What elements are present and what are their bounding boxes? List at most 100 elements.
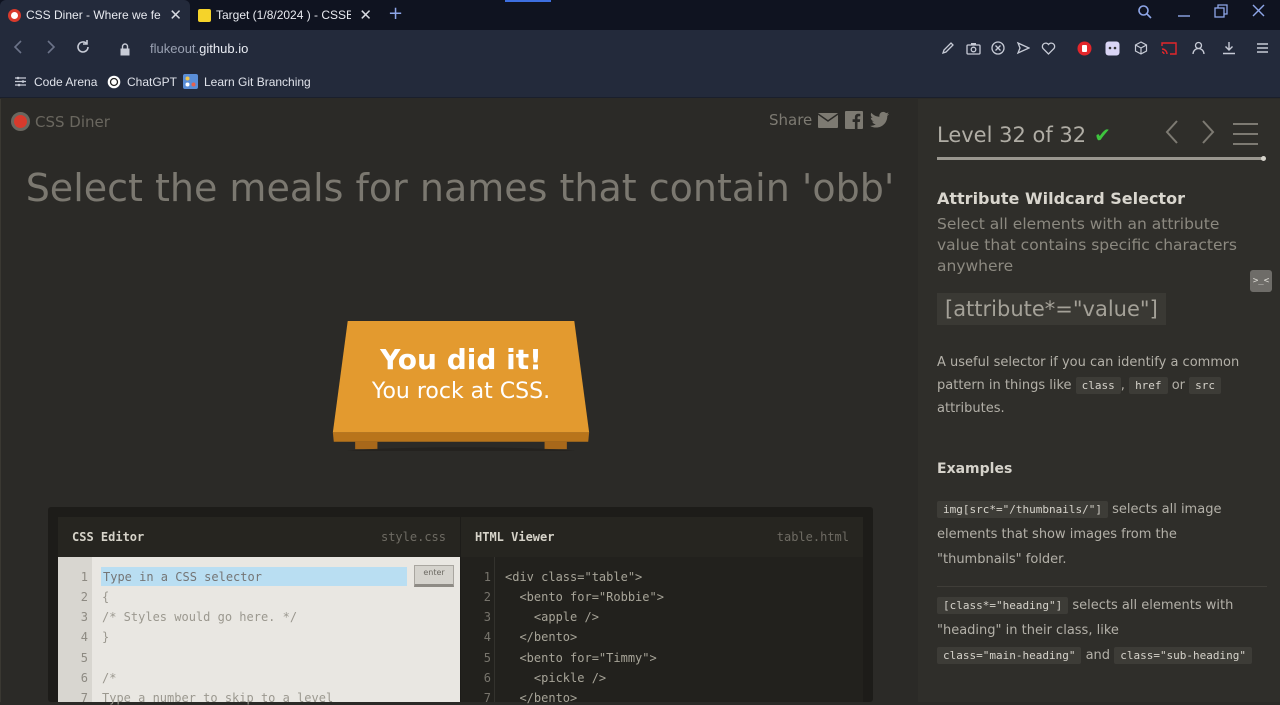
url-domain: github.io <box>199 41 249 56</box>
enter-button[interactable]: enter <box>414 565 454 587</box>
css-editor-title: CSS Editor <box>72 530 145 544</box>
css-diner-favicon <box>8 8 21 22</box>
cssbattle-favicon <box>198 8 211 22</box>
examples-heading: Examples <box>937 461 1013 477</box>
bookmarks-bar: Code Arena ChatGPT Learn Git Branching <box>0 68 1280 98</box>
edit-icon[interactable] <box>940 40 956 56</box>
tab-title: CSS Diner - Where we feast on CSS <box>26 8 161 22</box>
chatgpt-icon <box>106 74 121 89</box>
search-tabs-icon[interactable] <box>1137 4 1153 24</box>
twitter-icon[interactable] <box>870 111 890 129</box>
download-icon[interactable] <box>1221 40 1237 56</box>
block-icon[interactable] <box>990 40 1006 56</box>
level-indicator: Level 32 of 32 ✔ <box>937 123 1111 147</box>
completed-check-icon: ✔ <box>1094 123 1111 147</box>
new-tab-button[interactable]: + <box>388 3 403 24</box>
share-bar: Share <box>769 111 890 129</box>
html-code-line[interactable]: <bento for="Timmy"> <box>505 651 656 665</box>
level-menu-button[interactable] <box>1233 123 1258 145</box>
code-chip: img[src*="/thumbnails/"] <box>937 501 1108 518</box>
close-tab-icon[interactable]: ✕ <box>359 6 372 24</box>
git-branch-icon <box>183 74 198 89</box>
heart-icon[interactable] <box>1040 40 1056 56</box>
html-code-line[interactable]: </bento> <box>505 630 577 644</box>
forward-icon[interactable] <box>43 39 57 59</box>
code-chip: [class*="heading"] <box>937 597 1069 614</box>
bookmark-code-arena[interactable]: Code Arena <box>13 74 97 89</box>
extension-hand-icon[interactable] <box>1076 40 1092 56</box>
lock-icon[interactable] <box>120 41 130 56</box>
css-line-gutter: 1 2 3 4 5 6 7 <box>58 557 92 705</box>
html-code-line[interactable]: <bento for="Robbie"> <box>505 590 664 604</box>
html-viewer-body: 1 2 3 4 5 6 7 <div class="table"> <bento… <box>461 557 863 705</box>
example-text: and <box>1085 648 1111 663</box>
email-icon[interactable] <box>818 111 839 129</box>
bookmark-label: ChatGPT <box>127 74 178 89</box>
progress-endcap <box>1261 156 1266 161</box>
example-1: img[src*="/thumbnails/"] selects all ima… <box>937 497 1259 572</box>
success-subtitle: You rock at CSS. <box>371 379 551 404</box>
address-bar: flukeout.github.io <box>0 30 1280 68</box>
send-icon[interactable] <box>1015 40 1031 56</box>
line-number: 5 <box>483 651 491 665</box>
line-number: 1 <box>483 570 491 584</box>
hint-separator: , <box>1120 378 1125 393</box>
cast-icon[interactable] <box>1161 40 1177 56</box>
level-sidebar: Level 32 of 32 ✔ Attribute Wildcard Sele… <box>918 99 1280 702</box>
progress-fill <box>937 157 1264 160</box>
close-tab-icon[interactable]: ✕ <box>169 6 182 24</box>
line-number: 6 <box>483 671 491 685</box>
bookmark-chatgpt[interactable]: ChatGPT <box>106 74 177 89</box>
tab-indicator <box>505 0 551 2</box>
code-chip: class="main-heading" <box>937 647 1082 664</box>
back-icon[interactable] <box>12 39 26 59</box>
example-2: [class*="heading"] selects all elements … <box>937 593 1259 668</box>
previous-level-button[interactable] <box>1164 119 1180 152</box>
css-code-line: Type a number to skip to a level <box>102 691 334 705</box>
tab-cssbattle[interactable]: Target (1/8/2024 ) - CSSBattle ✕ <box>190 0 380 30</box>
tab-css-diner[interactable]: CSS Diner - Where we feast on CSS ✕ <box>0 0 190 30</box>
css-file-name: style.css <box>380 530 446 544</box>
hint-separator: or <box>1171 378 1186 393</box>
extension-cube-icon[interactable] <box>1133 40 1149 56</box>
selector-syntax: [attribute*="value"] <box>937 293 1166 325</box>
logo-dot-icon <box>11 112 30 131</box>
facebook-icon[interactable] <box>844 111 864 129</box>
dining-table: You did it! You rock at CSS. <box>323 321 599 461</box>
code-editor-panel: CSS Editor style.css HTML Viewer table.h… <box>48 507 873 705</box>
logo-text: CSS Diner <box>35 112 110 131</box>
line-number: 4 <box>483 630 491 644</box>
profile-icon[interactable] <box>1190 40 1206 56</box>
floating-extension-icon[interactable]: >_< <box>1250 270 1272 292</box>
html-viewer-title: HTML Viewer <box>475 530 555 544</box>
css-selector-input[interactable] <box>101 567 407 586</box>
selector-hint: A useful selector if you can identify a … <box>937 351 1267 420</box>
extension-cat-icon[interactable] <box>1104 40 1120 56</box>
html-code-line[interactable]: <pickle /> <box>505 671 606 685</box>
share-label: Share <box>769 111 813 129</box>
browser-tab-bar: CSS Diner - Where we feast on CSS ✕ Targ… <box>0 0 1280 30</box>
line-number: 7 <box>483 691 491 705</box>
next-level-button[interactable] <box>1200 119 1216 152</box>
html-code-line[interactable]: </bento> <box>505 691 577 705</box>
reload-icon[interactable] <box>75 39 91 59</box>
selector-description: Select all elements with an attribute va… <box>937 215 1237 275</box>
code-chip: href <box>1129 377 1168 394</box>
game-area: CSS Diner Share Select the meals for nam… <box>0 99 918 705</box>
menu-icon[interactable] <box>1254 40 1270 56</box>
level-text: Level 32 of 32 <box>937 123 1087 147</box>
bookmark-learn-git-branching[interactable]: Learn Git Branching <box>183 74 311 89</box>
html-code-line[interactable]: <div class="table"> <box>505 570 642 584</box>
level-instruction: Select the meals for names that contain … <box>25 166 895 210</box>
line-number: 6 <box>80 671 88 685</box>
html-code-line[interactable]: <apple /> <box>505 610 599 624</box>
css-code-line: { <box>102 590 110 604</box>
minimize-icon[interactable] <box>1178 4 1190 24</box>
html-viewer-header: HTML Viewer table.html <box>461 517 863 557</box>
url-field[interactable]: flukeout.github.io <box>150 41 248 56</box>
close-window-icon[interactable] <box>1252 4 1265 21</box>
restore-icon[interactable] <box>1214 4 1228 22</box>
camera-icon[interactable] <box>965 40 981 56</box>
css-diner-logo[interactable]: CSS Diner <box>11 112 110 131</box>
code-chip: class <box>1075 377 1121 394</box>
